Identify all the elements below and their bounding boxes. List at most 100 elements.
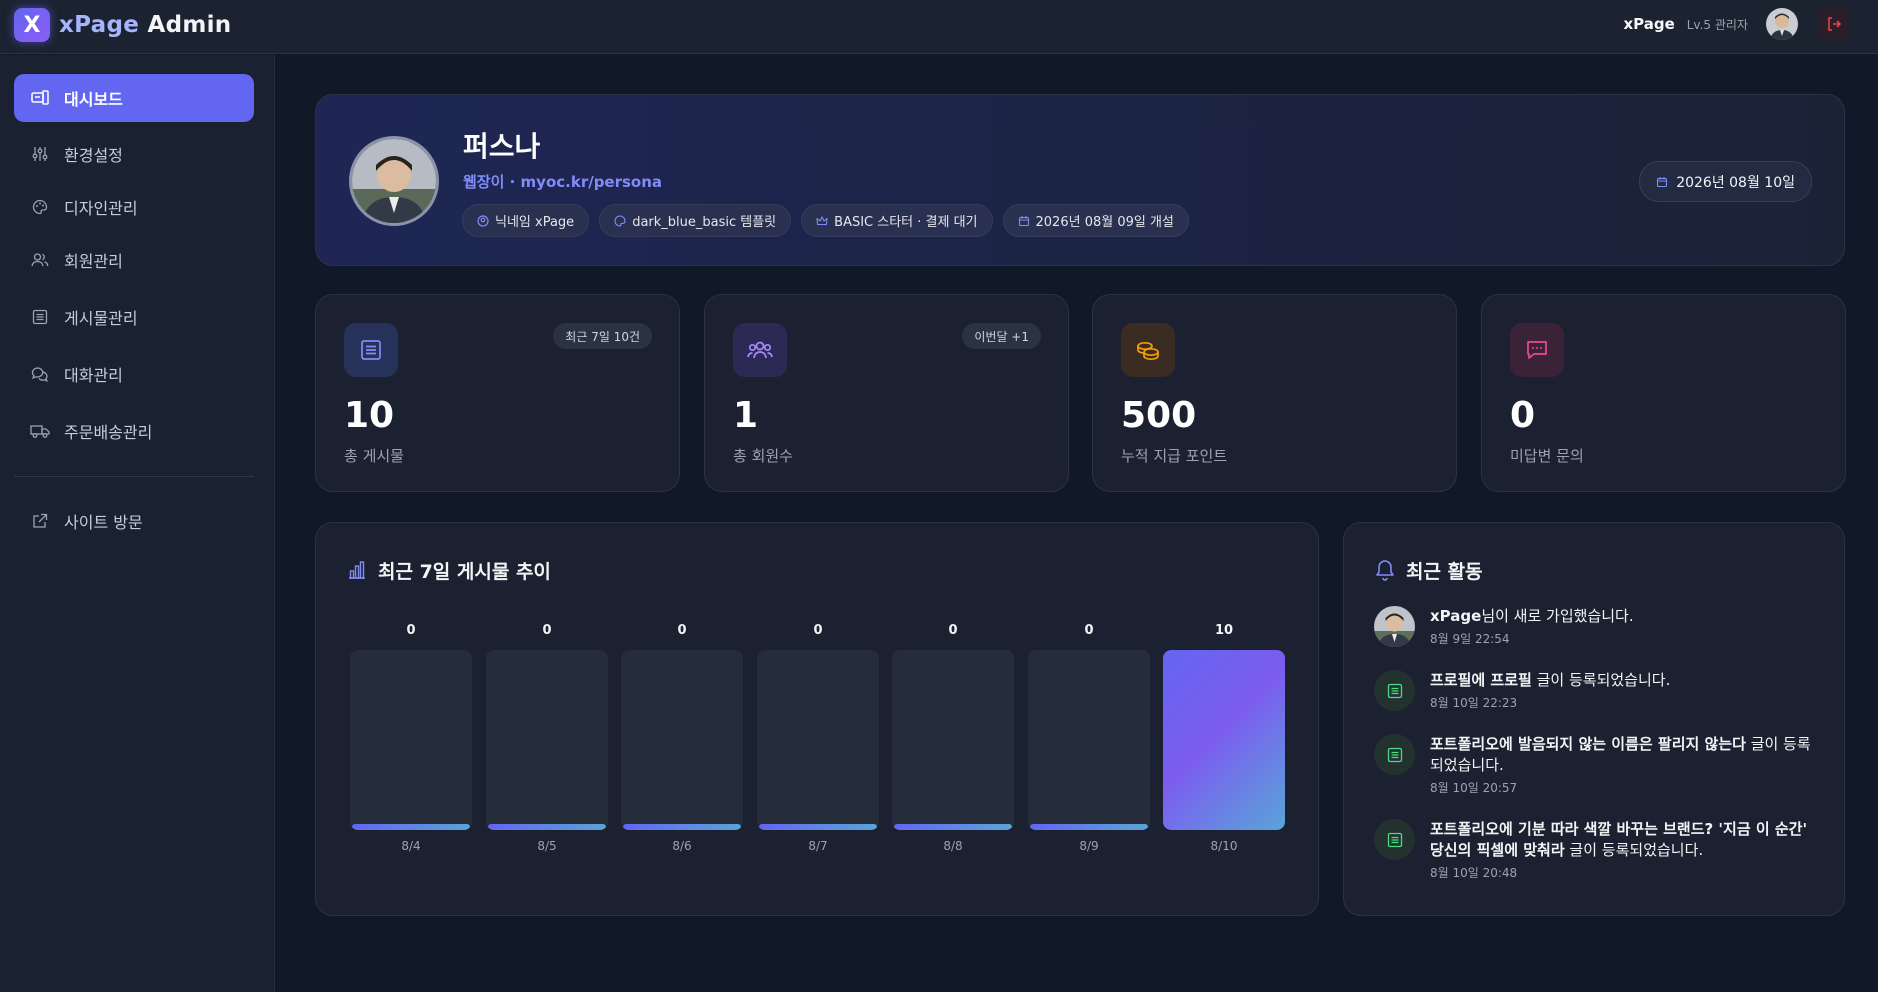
bar-category-label: 8/6 (672, 839, 692, 853)
profile-card: 퍼스나 웹장이 · myoc.kr/persona 닉네임 xPage dark… (315, 94, 1845, 266)
user-avatar[interactable] (1766, 8, 1798, 40)
sidebar-item-chats[interactable]: 대화관리 (14, 350, 254, 398)
profile-chips: 닉네임 xPage dark_blue_basic 템플릿 BASIC 스타터 … (462, 204, 1189, 237)
stat-label: 총 게시물 (344, 447, 404, 465)
stat-value: 0 (1510, 395, 1536, 436)
activity-title: 최근 활동 (1406, 561, 1483, 583)
bar-chart-icon (349, 561, 365, 579)
chip-text: dark_blue_basic 템플릿 (632, 215, 777, 230)
chip-opened-date: 2026년 08월 09일 개설 (1002, 204, 1189, 237)
sidebar-item-settings[interactable]: 환경설정 (14, 130, 254, 178)
activity-subject: 프로필에 프로필 (1430, 671, 1532, 689)
bar[interactable] (488, 824, 606, 830)
bar-category-label: 8/7 (808, 839, 828, 853)
palette-icon (614, 214, 626, 227)
users-icon (733, 323, 787, 377)
activity-subject: 포트폴리오에 발음되지 않는 이름은 팔리지 않는다 (1430, 735, 1746, 753)
sidebar-item-members[interactable]: 회원관리 (14, 236, 254, 284)
brand-logo[interactable]: X xPage Admin (14, 8, 231, 42)
dashboard-icon (30, 88, 50, 108)
chip-text: 닉네임 xPage (495, 215, 575, 230)
stat-card-points[interactable]: 500 누적 지급 포인트 (1092, 294, 1457, 492)
stat-label: 총 회원수 (733, 447, 793, 465)
chip-nickname: 닉네임 xPage (462, 204, 590, 237)
user-area: xPage Lv.5 관리자 (1623, 7, 1850, 41)
bar-track (892, 650, 1014, 830)
external-link-icon (30, 511, 50, 531)
bar-track (1163, 650, 1285, 830)
calendar-icon (1657, 176, 1668, 187)
bar-value-label: 0 (948, 623, 958, 638)
chip-plan: BASIC 스타터 · 결제 대기 (801, 204, 993, 237)
logout-button[interactable] (1818, 8, 1850, 40)
bar-category-label: 8/10 (1210, 839, 1238, 853)
bell-icon (1376, 560, 1394, 581)
chart-title: 최근 7일 게시물 추이 (378, 561, 551, 583)
document-icon (1374, 670, 1415, 711)
activity-time: 8월 10일 22:23 (1430, 696, 1518, 710)
bar-track (757, 650, 879, 830)
crown-icon (816, 215, 828, 225)
bar[interactable] (352, 824, 470, 830)
bar-category-label: 8/8 (943, 839, 963, 853)
bar-value-label: 0 (677, 623, 687, 638)
sidebar-item-visit-site[interactable]: 사이트 방문 (14, 497, 254, 545)
sidebar-item-dashboard[interactable]: 대시보드 (14, 74, 254, 122)
activity-text: xPage님이 새로 가입했습니다. (1430, 606, 1822, 627)
user-name: xPage (1623, 15, 1675, 33)
bar[interactable] (1030, 824, 1148, 830)
current-date-pill: 2026년 08월 10일 (1639, 161, 1812, 202)
palette-icon (30, 197, 50, 217)
sidebar-item-posts[interactable]: 게시물관리 (14, 293, 254, 341)
bar-value-label: 0 (813, 623, 823, 638)
stat-badge: 최근 7일 10건 (553, 323, 652, 349)
coins-icon (1121, 323, 1175, 377)
brand-title-first: xPage (59, 12, 140, 38)
bar[interactable] (623, 824, 741, 830)
sidebar-item-orders[interactable]: 주문배송관리 (14, 407, 254, 455)
user-level: Lv.5 관리자 (1686, 17, 1748, 32)
stat-badge: 이번달 +1 (962, 323, 1041, 349)
profile-link[interactable]: 웹장이 · myoc.kr/persona (463, 171, 662, 192)
list-icon (30, 307, 50, 327)
stat-card-inquiries[interactable]: 0 미답변 문의 (1481, 294, 1846, 492)
sidebar-item-design[interactable]: 디자인관리 (14, 183, 254, 231)
users-icon (30, 250, 50, 270)
bar-category-label: 8/9 (1079, 839, 1099, 853)
bar[interactable] (759, 824, 877, 830)
bar-category-label: 8/5 (537, 839, 557, 853)
top-header: X xPage Admin xPage Lv.5 관리자 (0, 0, 1878, 54)
sidebar-item-label: 대시보드 (64, 90, 123, 109)
sidebar-item-label: 사이트 방문 (64, 513, 143, 532)
stat-label: 미답변 문의 (1510, 447, 1584, 465)
activity-subject: xPage (1430, 607, 1482, 625)
stat-card-members[interactable]: 이번달 +1 1 총 회원수 (704, 294, 1069, 492)
stat-value: 1 (733, 395, 759, 436)
chat-icon (30, 364, 50, 384)
chip-text: 2026년 08월 09일 개설 (1035, 215, 1174, 230)
stat-card-posts[interactable]: 최근 7일 10건 10 총 게시물 (315, 294, 680, 492)
activity-time: 8월 10일 20:57 (1430, 781, 1518, 795)
bar[interactable] (1163, 650, 1285, 830)
truck-icon (30, 421, 50, 441)
sidebar-item-label: 회원관리 (64, 252, 123, 271)
document-icon (1374, 734, 1415, 775)
profile-avatar (349, 136, 439, 226)
avatar (1374, 606, 1415, 647)
activity-text: 포트폴리오에 발음되지 않는 이름은 팔리지 않는다 글이 등록되었습니다. (1430, 734, 1822, 776)
calendar-icon (1018, 215, 1029, 226)
bar-track (1028, 650, 1150, 830)
brand-mark: X (14, 8, 50, 42)
activity-time: 8월 9일 22:54 (1430, 632, 1510, 646)
profile-name: 퍼스나 (463, 130, 541, 163)
bar[interactable] (894, 824, 1012, 830)
activity-time: 8월 10일 20:48 (1430, 866, 1518, 880)
sidebar: 대시보드 환경설정 디자인관리 회원관리 게시물관리 대화관리 주문배송관리 사… (0, 55, 275, 992)
brand-title-second: Admin (139, 12, 232, 38)
sidebar-item-label: 대화관리 (64, 366, 123, 385)
bar-track (486, 650, 608, 830)
sidebar-item-label: 디자인관리 (64, 199, 138, 218)
activity-message: 글이 등록되었습니다. (1531, 671, 1671, 689)
activity-text: 포트폴리오에 기분 따라 색깔 바꾸는 브랜드? '지금 이 순간' 당신의 픽… (1430, 819, 1822, 861)
chip-text: BASIC 스타터 · 결제 대기 (834, 215, 978, 230)
